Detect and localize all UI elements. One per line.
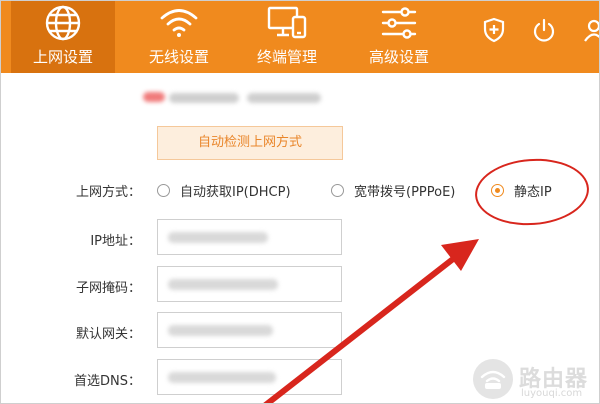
watermark: 路由器 luyouqi.com bbox=[473, 359, 597, 403]
radio-pppoe[interactable]: 宽带拨号(PPPoE) bbox=[331, 181, 455, 200]
auto-detect-button[interactable]: 自动检测上网方式 bbox=[157, 126, 343, 160]
radio-label: 宽带拨号(PPPoE) bbox=[354, 185, 456, 200]
user-icon[interactable] bbox=[579, 15, 599, 45]
subnet-mask-input[interactable] bbox=[157, 266, 342, 302]
radio-dot bbox=[331, 184, 344, 197]
router-settings-window: 上网设置 无线设置 终端管理 高级设置 自动检测上网方式 上网方式： 自动获取I… bbox=[0, 0, 600, 404]
tab-label: 无线设置 bbox=[148, 48, 209, 66]
connection-type-label: 上网方式： bbox=[75, 185, 141, 200]
default-gateway-input[interactable] bbox=[157, 312, 342, 348]
redacted-value bbox=[168, 279, 278, 290]
sliders-icon bbox=[347, 3, 451, 43]
ip-address-label: IP地址： bbox=[90, 234, 141, 249]
watermark-site: luyouqi.com bbox=[521, 388, 583, 399]
tab-device-management[interactable]: 终端管理 bbox=[235, 1, 339, 73]
devices-icon bbox=[235, 3, 339, 43]
tab-wireless-settings[interactable]: 无线设置 bbox=[127, 1, 231, 73]
router-logo-icon bbox=[473, 359, 513, 399]
radio-dot bbox=[157, 184, 170, 197]
subnet-mask-label: 子网掩码： bbox=[75, 281, 141, 296]
tab-label: 上网设置 bbox=[32, 48, 93, 66]
top-nav-bar: 上网设置 无线设置 终端管理 高级设置 bbox=[1, 1, 599, 73]
tab-internet-settings[interactable]: 上网设置 bbox=[11, 1, 115, 73]
tab-label: 高级设置 bbox=[368, 48, 429, 66]
radio-dhcp[interactable]: 自动获取IP(DHCP) bbox=[157, 181, 291, 200]
globe-icon bbox=[11, 3, 115, 43]
tab-label: 终端管理 bbox=[256, 48, 317, 66]
redacted-status-text bbox=[169, 93, 239, 103]
power-icon[interactable] bbox=[529, 15, 559, 45]
default-gateway-label: 默认网关： bbox=[75, 327, 141, 342]
redacted-value bbox=[168, 232, 268, 243]
redacted-status-text bbox=[247, 93, 321, 103]
redacted-value bbox=[168, 372, 276, 383]
tab-advanced-settings[interactable]: 高级设置 bbox=[347, 1, 451, 73]
primary-dns-input[interactable] bbox=[157, 359, 342, 395]
radio-label: 自动获取IP(DHCP) bbox=[180, 185, 291, 200]
redacted-status-mark bbox=[143, 92, 165, 102]
shield-plus-icon[interactable] bbox=[479, 15, 509, 45]
annotation-circle bbox=[472, 155, 592, 229]
redacted-value bbox=[168, 325, 273, 336]
ip-address-input[interactable] bbox=[157, 219, 342, 255]
primary-dns-label: 首选DNS： bbox=[74, 374, 141, 389]
wifi-icon bbox=[127, 3, 231, 43]
